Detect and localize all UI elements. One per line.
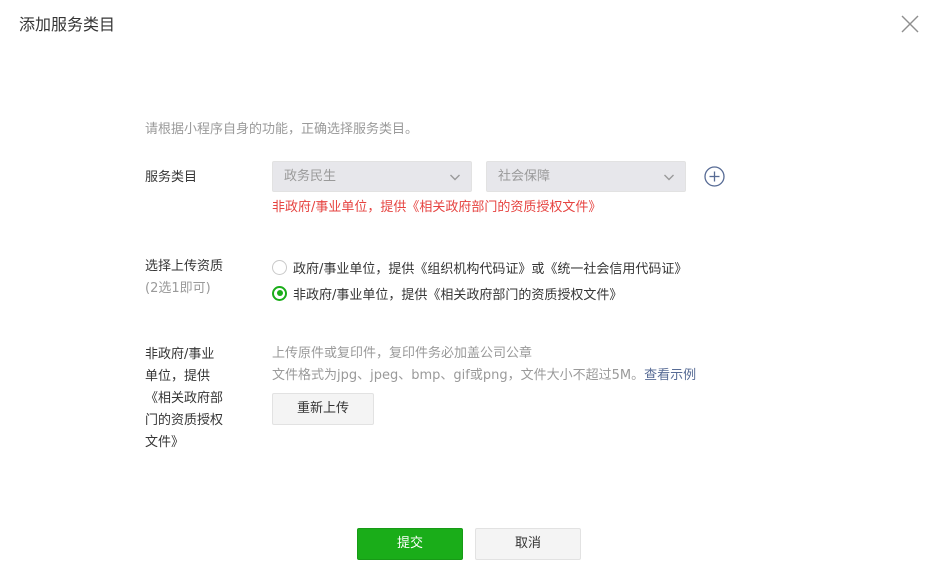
close-icon[interactable] [899, 13, 921, 35]
submit-button[interactable]: 提交 [357, 528, 463, 560]
chevron-down-icon [450, 174, 460, 181]
view-example-link[interactable]: 查看示例 [644, 368, 696, 383]
intro-text: 请根据小程序自身的功能，正确选择服务类目。 [145, 122, 419, 137]
radio-option-gov[interactable]: 政府/事业单位，提供《组织机构代码证》或《统一社会信用代码证》 [272, 257, 687, 277]
secondary-category-value: 社会保障 [498, 169, 551, 184]
dialog-title: 添加服务类目 [19, 15, 116, 34]
chevron-down-icon [664, 174, 674, 181]
secondary-category-select[interactable]: 社会保障 [486, 161, 686, 192]
reupload-button[interactable]: 重新上传 [272, 393, 374, 425]
primary-category-select[interactable]: 政务民生 [272, 161, 472, 192]
category-label: 服务类目 [145, 170, 198, 185]
radio-checked-icon[interactable] [272, 285, 287, 301]
file-format-text: 文件格式为jpg、jpeg、bmp、gif或png，文件大小不超过5M。 [272, 368, 645, 383]
radio-option-non-gov[interactable]: 非政府/事业单位，提供《相关政府部门的资质授权文件》 [272, 283, 622, 303]
upload-label-line: 《相关政府部 [145, 391, 224, 406]
radio-unchecked-icon[interactable] [272, 259, 287, 275]
primary-category-value: 政务民生 [284, 169, 337, 184]
cancel-button[interactable]: 取消 [475, 528, 581, 560]
radio-option-label: 政府/事业单位，提供《组织机构代码证》或《统一社会信用代码证》 [293, 261, 688, 277]
upload-hint-1: 上传原件或复印件，复印件务必加盖公司公章 [272, 346, 533, 361]
plus-circle-icon[interactable] [704, 166, 725, 187]
radio-option-label: 非政府/事业单位，提供《相关政府部门的资质授权文件》 [293, 287, 623, 303]
upload-label-line: 文件》 [145, 435, 185, 450]
upload-label-line: 非政府/事业 [145, 347, 215, 362]
qualification-sublabel: (2选1即可) [145, 281, 211, 296]
upload-label-line: 单位，提供 [145, 369, 211, 384]
category-error-text: 非政府/事业单位，提供《相关政府部门的资质授权文件》 [272, 200, 602, 215]
upload-hint-2: 文件格式为jpg、jpeg、bmp、gif或png，文件大小不超过5M。查看示例 [272, 367, 696, 385]
qualification-label: 选择上传资质 [145, 259, 224, 274]
upload-label-line: 门的资质授权 [145, 413, 224, 428]
